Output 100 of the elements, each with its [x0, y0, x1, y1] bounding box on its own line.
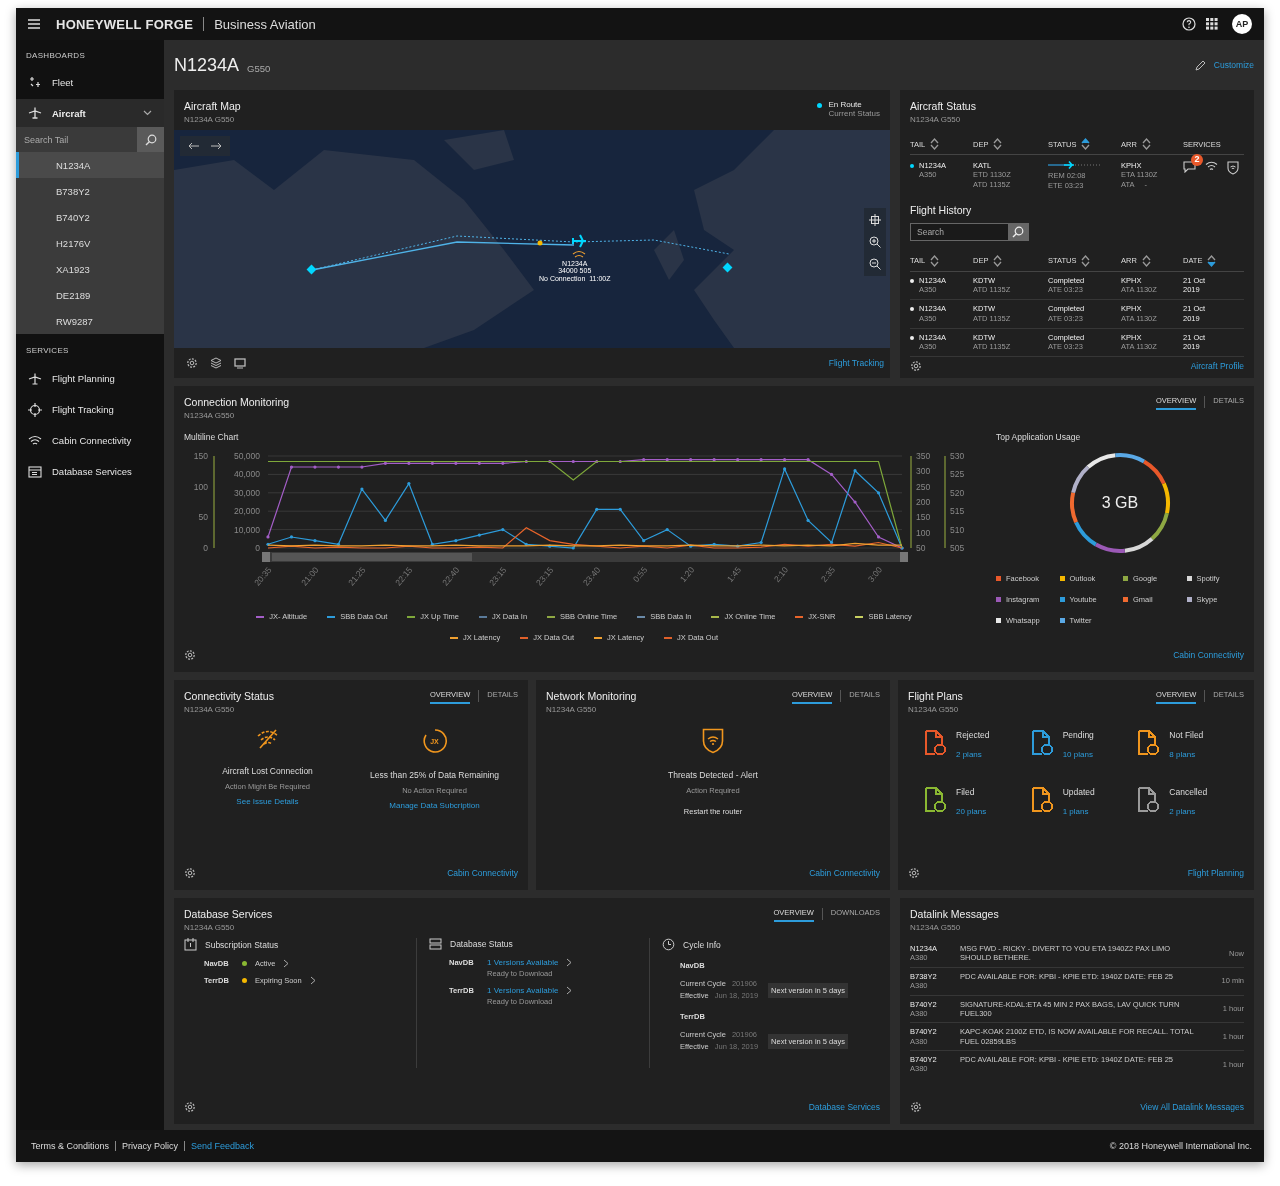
axis-tick-label: 0 — [255, 543, 260, 553]
help-icon[interactable] — [1182, 17, 1196, 31]
settings-icon[interactable] — [910, 1101, 922, 1113]
tail-item[interactable]: DE2189 — [16, 282, 164, 308]
axis-tick-label: 10,000 — [234, 524, 260, 535]
sort-icon[interactable] — [993, 254, 1003, 267]
flight-planning-link[interactable]: Flight Planning — [1187, 868, 1244, 878]
nav-item[interactable]: Database Services — [16, 456, 164, 487]
tail-item[interactable]: B738Y2 — [16, 178, 164, 204]
chevron-right-icon[interactable] — [309, 976, 316, 985]
shield-icon[interactable] — [1227, 161, 1239, 175]
plan-status-label: Pending — [1062, 730, 1094, 740]
sort-icon[interactable] — [1207, 254, 1217, 267]
search-icon — [144, 133, 157, 146]
alert-title: Threats Detected - Alert — [668, 770, 758, 780]
status-dot — [910, 335, 914, 340]
versions-link[interactable]: 1 Versions Available — [487, 986, 559, 995]
card-title: Flight Plans — [908, 690, 963, 702]
tail-item[interactable]: N1234A — [16, 152, 164, 178]
sort-icon[interactable] — [930, 138, 940, 150]
crosshair-icon[interactable] — [869, 214, 881, 226]
apps-grid-icon[interactable] — [1206, 18, 1218, 30]
tail-item[interactable]: B740Y2 — [16, 204, 164, 230]
search-button[interactable] — [137, 127, 164, 152]
datalink-messages-link[interactable]: View All Datalink Messages — [1140, 1102, 1244, 1112]
calendar-icon — [184, 938, 197, 951]
settings-icon[interactable] — [184, 867, 196, 879]
customize-link[interactable]: Customize — [1213, 60, 1254, 70]
pencil-icon[interactable] — [1194, 59, 1206, 71]
arrow-right-icon[interactable] — [210, 142, 222, 150]
nav-item[interactable]: Fleet — [16, 68, 164, 96]
axis-tick-label: 250 — [916, 481, 931, 492]
settings-icon[interactable] — [184, 1101, 196, 1113]
chevron-down-icon[interactable] — [143, 110, 152, 116]
chat-icon[interactable] — [1183, 161, 1196, 173]
plan-count-link[interactable]: 2 plans — [956, 750, 982, 759]
sort-icon[interactable] — [1081, 254, 1091, 267]
settings-icon[interactable] — [908, 867, 920, 879]
search-box[interactable]: Search — [910, 223, 1029, 241]
axis-tick-label: 515 — [950, 506, 965, 517]
settings-icon[interactable] — [910, 359, 922, 372]
axis-tick-label: 40,000 — [234, 469, 260, 480]
sort-icon[interactable] — [1141, 254, 1151, 267]
arrow-left-icon[interactable] — [188, 142, 200, 150]
menu-icon[interactable] — [28, 19, 40, 29]
sort-icon[interactable] — [1141, 138, 1151, 150]
zoom-in-icon[interactable] — [869, 236, 881, 248]
card-subtitle: N1234A G550 — [910, 115, 962, 124]
card-subtitle: N1234A G550 — [184, 705, 236, 714]
tail-item[interactable]: H2176V — [16, 230, 164, 256]
footer-link[interactable]: Privacy Policy — [122, 1141, 179, 1151]
position-marker — [537, 240, 543, 246]
card-title: Network Monitoring — [546, 690, 637, 702]
action-link[interactable]: See Issue Details — [236, 797, 299, 806]
plan-count-link[interactable]: 8 plans — [1169, 750, 1196, 759]
nav-item[interactable]: Flight Tracking — [16, 394, 164, 425]
cabin-connectivity-link[interactable]: Cabin Connectivity — [1173, 650, 1244, 660]
section-heading: SERVICES — [25, 345, 70, 357]
user-avatar[interactable]: AP — [1232, 14, 1252, 34]
chevron-right-icon[interactable] — [283, 959, 290, 968]
monitor-icon[interactable] — [234, 357, 246, 369]
settings-icon[interactable] — [186, 357, 198, 369]
horizontal-scrollbar[interactable] — [262, 552, 908, 562]
chevron-right-icon[interactable] — [566, 958, 573, 967]
versions-link[interactable]: 1 Versions Available — [487, 958, 559, 967]
flight-tracking-link[interactable]: Flight Tracking — [828, 358, 884, 368]
nav-item[interactable]: Flight Planning — [16, 363, 164, 394]
wifi-icon[interactable] — [1205, 161, 1218, 171]
wifi-icon — [28, 435, 42, 446]
footer-link[interactable]: Send Feedback — [191, 1141, 255, 1151]
nav-item[interactable]: Cabin Connectivity — [16, 425, 164, 456]
footer-link[interactable]: Terms & Conditions — [31, 1141, 110, 1151]
action-link[interactable]: Manage Data Subcription — [389, 801, 480, 810]
layers-icon[interactable] — [210, 357, 222, 369]
wifi-icon — [572, 250, 586, 258]
zoom-out-icon[interactable] — [869, 258, 881, 270]
nav-item[interactable]: Aircraft — [16, 99, 164, 127]
cabin-connectivity-link[interactable]: Cabin Connectivity — [809, 868, 880, 878]
section-heading: DASHBOARDS — [25, 50, 86, 62]
tail-item[interactable]: XA1923 — [16, 256, 164, 282]
sort-icon[interactable] — [993, 138, 1003, 150]
aircraft-profile-link[interactable]: Aircraft Profile — [1190, 360, 1244, 371]
search-button[interactable] — [1008, 224, 1028, 240]
database-services-link[interactable]: Database Services — [808, 1102, 880, 1112]
tail-item[interactable]: RW9287 — [16, 308, 164, 334]
card-title: Connectivity Status — [184, 690, 274, 702]
settings-icon[interactable] — [184, 649, 196, 661]
notification-badge: 2 — [1191, 154, 1203, 166]
plan-count-link[interactable]: 1 plans — [1062, 807, 1089, 816]
plan-count-link[interactable]: 20 plans — [956, 807, 987, 816]
sort-icon[interactable] — [1081, 138, 1091, 150]
plan-count-link[interactable]: 2 plans — [1169, 807, 1196, 816]
axis-tick-label: 300 — [916, 466, 931, 477]
card-subtitle: N1234A G550 — [908, 705, 960, 714]
plan-count-link[interactable]: 10 plans — [1062, 750, 1093, 759]
search-input[interactable]: Search — [911, 224, 1008, 240]
product-name: Business Aviation — [214, 16, 316, 32]
chevron-right-icon[interactable] — [566, 986, 573, 995]
cabin-connectivity-link[interactable]: Cabin Connectivity — [447, 868, 518, 878]
sort-icon[interactable] — [930, 254, 940, 267]
